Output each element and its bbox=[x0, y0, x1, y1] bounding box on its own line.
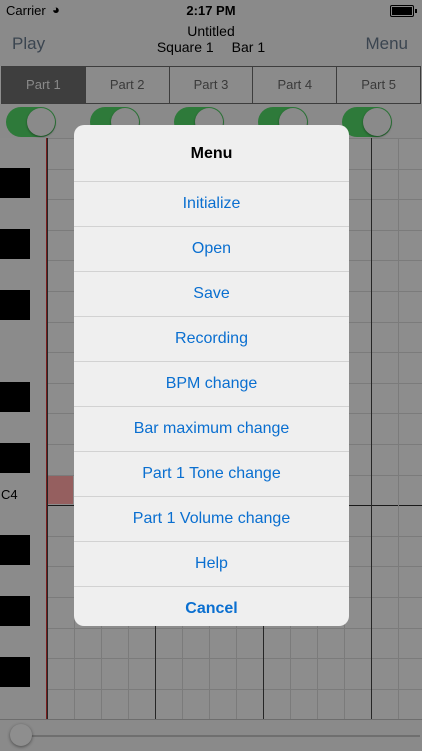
tab-part-4[interactable]: Part 4 bbox=[253, 67, 338, 103]
grid-row-line bbox=[47, 628, 422, 629]
menu-item-volume-change[interactable]: Part 1 Volume change bbox=[74, 497, 349, 542]
menu-item-tone-change[interactable]: Part 1 Tone change bbox=[74, 452, 349, 497]
grid-beat-line bbox=[398, 138, 399, 719]
part-tabs: Part 1 Part 2 Part 3 Part 4 Part 5 bbox=[1, 66, 421, 104]
menu-item-initialize[interactable]: Initialize bbox=[74, 182, 349, 227]
menu-item-bar-maximum-change[interactable]: Bar maximum change bbox=[74, 407, 349, 452]
menu-item-open[interactable]: Open bbox=[74, 227, 349, 272]
grid-row-line bbox=[47, 658, 422, 659]
menu-button[interactable]: Menu bbox=[365, 34, 408, 54]
cancel-button[interactable]: Cancel bbox=[74, 587, 349, 626]
black-key[interactable] bbox=[0, 443, 30, 473]
grid-row-line bbox=[47, 689, 422, 690]
slider-track bbox=[18, 735, 420, 737]
part-1-toggle[interactable] bbox=[6, 107, 56, 137]
tab-part-5[interactable]: Part 5 bbox=[337, 67, 420, 103]
song-title: Untitled bbox=[187, 23, 235, 39]
clock: 2:17 PM bbox=[186, 3, 236, 18]
piano-keyboard[interactable]: C4 bbox=[0, 138, 47, 719]
menu-action-sheet: Menu Initialize Open Save Recording BPM … bbox=[74, 125, 349, 626]
black-key[interactable] bbox=[0, 229, 30, 259]
black-key[interactable] bbox=[0, 596, 30, 626]
black-key[interactable] bbox=[0, 290, 30, 320]
tab-part-1[interactable]: Part 1 bbox=[2, 67, 86, 103]
menu-item-recording[interactable]: Recording bbox=[74, 317, 349, 362]
status-bar: Carrier ◕ 2:17 PM bbox=[0, 0, 422, 22]
note-cell-highlight[interactable] bbox=[47, 475, 73, 504]
slider-thumb[interactable] bbox=[10, 724, 32, 746]
toggle-knob bbox=[27, 108, 55, 136]
black-key[interactable] bbox=[0, 382, 30, 412]
menu-item-save[interactable]: Save bbox=[74, 272, 349, 317]
tab-part-2[interactable]: Part 2 bbox=[86, 67, 170, 103]
grid-beat-line bbox=[47, 138, 48, 719]
note-label-c4: C4 bbox=[1, 487, 18, 502]
sound-label: Square 1 bbox=[156, 39, 214, 55]
menu-title: Menu bbox=[74, 125, 349, 182]
menu-item-bpm-change[interactable]: BPM change bbox=[74, 362, 349, 407]
black-key[interactable] bbox=[0, 168, 30, 198]
bar-slider[interactable] bbox=[0, 719, 422, 751]
menu-item-help[interactable]: Help bbox=[74, 542, 349, 587]
song-info: Square 1 Bar 1 bbox=[0, 39, 422, 55]
grid-beat-line bbox=[371, 138, 372, 719]
bar-label: Bar 1 bbox=[231, 39, 266, 55]
black-key[interactable] bbox=[0, 657, 30, 687]
battery-icon bbox=[390, 5, 417, 17]
black-key[interactable] bbox=[0, 535, 30, 565]
navigation-bar: Play Untitled Square 1 Bar 1 Menu bbox=[0, 22, 422, 66]
part-5-toggle[interactable] bbox=[342, 107, 392, 137]
tab-part-3[interactable]: Part 3 bbox=[170, 67, 254, 103]
toggle-knob bbox=[363, 108, 391, 136]
